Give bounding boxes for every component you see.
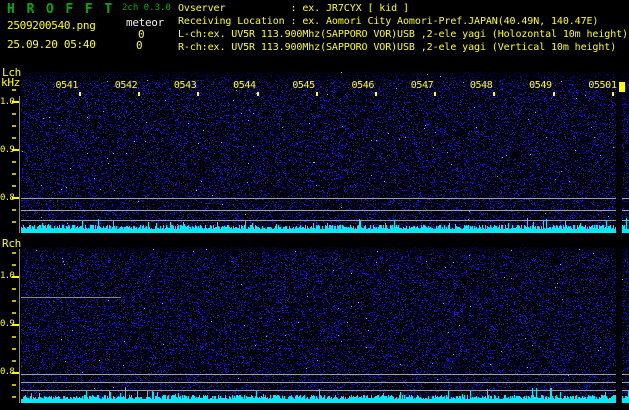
time-tick — [315, 92, 318, 96]
freq-minor-tick — [12, 288, 16, 290]
freq-minor-tick — [12, 396, 16, 398]
time-label: 0550 — [588, 80, 611, 91]
edge-clipped-label: 1 — [611, 80, 617, 91]
rch-spectrogram-canvas — [21, 247, 629, 403]
freq-minor-tick — [12, 252, 16, 254]
time-tick — [197, 92, 200, 96]
app-title: H R O F F T — [7, 2, 114, 17]
time-tick — [611, 92, 614, 96]
freq-minor-tick — [12, 137, 16, 139]
freq-minor-tick — [12, 348, 16, 350]
mode-label: meteor — [126, 16, 164, 29]
time-label: 0547 — [410, 80, 434, 91]
time-label: 0543 — [173, 80, 197, 91]
observer-info-line: R-ch:ex. UV5R 113.900Mhz(SAPPORO VOR)USB… — [178, 42, 617, 53]
freq-minor-tick — [12, 264, 16, 266]
time-tick — [256, 92, 259, 96]
freq-major-tick — [12, 324, 19, 326]
lch-axis-line — [19, 96, 20, 233]
freq-major-tick — [12, 276, 19, 278]
time-label: 0542 — [114, 80, 138, 91]
time-tick — [138, 92, 141, 96]
observer-info-line: L-ch:ex. UV5R 113.900Mhz(SAPPORO VOR)USB… — [178, 29, 628, 40]
hrofft-window: H R O F F T 2ch 0.3.0 2509200540.png met… — [0, 0, 629, 410]
freq-minor-tick — [12, 336, 16, 338]
freq-minor-tick — [12, 312, 16, 314]
datetime-label: 25.09.20 05:40 — [7, 38, 96, 51]
freq-minor-tick — [12, 300, 16, 302]
freq-major-tick — [12, 149, 19, 151]
time-tick — [552, 92, 555, 96]
freq-minor-tick — [12, 360, 16, 362]
rch-axis-line — [19, 249, 20, 403]
time-tick — [79, 92, 81, 96]
output-filename: 2509200540.png — [7, 19, 96, 32]
observer-info-box: Ovserver : ex. JR7CYX [ kid ] Receiving L… — [178, 2, 629, 56]
echo-count-2: 0 — [136, 39, 143, 52]
lch-unit-label: kHz — [1, 76, 20, 89]
freq-minor-tick — [12, 384, 16, 386]
freq-minor-tick — [12, 113, 16, 115]
time-label: 0541 — [55, 80, 79, 91]
freq-minor-tick — [12, 221, 16, 223]
time-label: 0549 — [529, 80, 552, 91]
time-label: 0545 — [292, 80, 315, 91]
time-tick — [375, 92, 377, 96]
lch-spectrogram-canvas — [21, 72, 629, 233]
observer-info-line: Receiving Location : ex. Aomori City Aom… — [178, 16, 599, 27]
freq-major-tick — [12, 101, 19, 103]
rch-label: Rch — [2, 237, 21, 250]
time-label: 0548 — [469, 80, 493, 91]
freq-minor-tick — [12, 89, 16, 91]
freq-major-tick — [12, 197, 19, 199]
freq-minor-tick — [12, 161, 16, 163]
time-label: 0544 — [233, 80, 256, 91]
freq-minor-tick — [12, 125, 16, 127]
time-tick — [493, 92, 496, 96]
freq-minor-tick — [12, 173, 16, 175]
time-tick — [434, 92, 437, 96]
app-version: 2ch 0.3.0 — [122, 3, 171, 13]
freq-major-tick — [12, 372, 19, 374]
observer-info-line: Ovserver : ex. JR7CYX [ kid ] — [178, 3, 409, 14]
freq-minor-tick — [12, 185, 16, 187]
time-label: 0546 — [351, 80, 375, 91]
edge-clipped-glyph — [619, 82, 625, 92]
freq-minor-tick — [12, 209, 16, 211]
